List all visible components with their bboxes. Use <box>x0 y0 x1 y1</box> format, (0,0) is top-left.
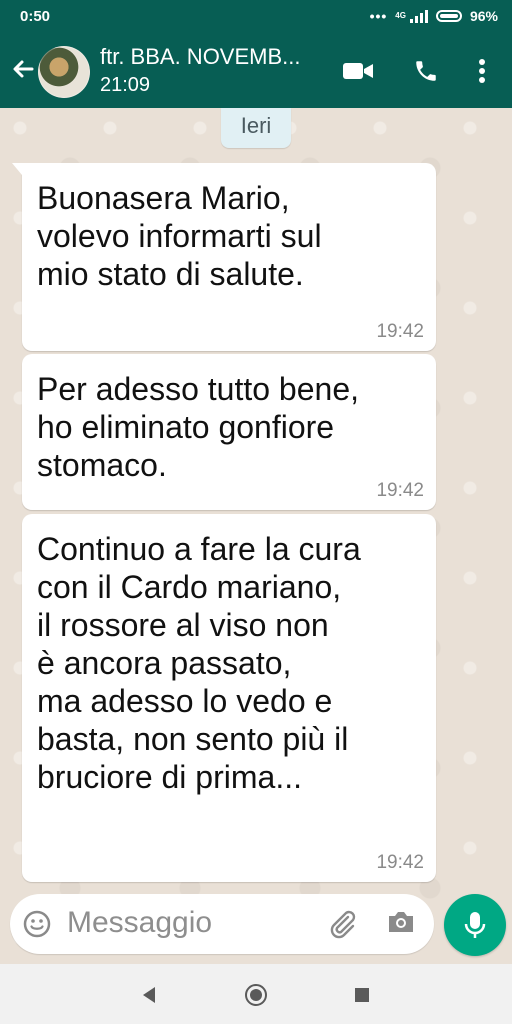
chat-header: ftr. BBA. NOVEMB... 21:09 <box>0 34 512 108</box>
chat-title[interactable]: ftr. BBA. NOVEMB... <box>100 44 301 70</box>
emoji-icon[interactable] <box>22 909 52 939</box>
message-composer[interactable]: Messaggio <box>10 894 434 954</box>
battery-icon <box>435 10 462 22</box>
camera-icon[interactable] <box>386 908 418 940</box>
status-bar: 0:50 ••• 4G 96% <box>0 0 512 34</box>
microphone-icon <box>464 912 486 938</box>
system-nav-bar <box>0 964 512 1024</box>
message-bubble[interactable]: Buonasera Mario, volevo informarti sul m… <box>12 163 436 351</box>
battery-level: 96% <box>469 8 498 24</box>
message-time: 19:42 <box>376 480 424 501</box>
message-bubble[interactable]: Per adesso tutto bene, ho eliminato gonf… <box>22 354 436 510</box>
network-type: 4G <box>395 11 406 20</box>
avatar[interactable] <box>38 46 90 98</box>
status-icons: ••• 4G 96% <box>370 8 498 24</box>
status-time: 0:50 <box>20 8 51 25</box>
message-time: 19:42 <box>376 321 424 342</box>
message-text: Buonasera Mario, volevo informarti sul m… <box>37 180 322 292</box>
chat-subtitle[interactable]: 21:09 <box>100 74 150 97</box>
attach-icon[interactable] <box>326 908 358 940</box>
message-text: Per adesso tutto bene, ho eliminato gonf… <box>37 371 359 483</box>
message-input[interactable]: Messaggio <box>67 906 212 940</box>
notification-dots-icon: ••• <box>369 8 388 24</box>
message-text: Continuo a fare la cura con il Cardo mar… <box>37 531 361 795</box>
nav-recents-icon[interactable] <box>349 982 375 1008</box>
voice-call-icon[interactable] <box>410 56 442 86</box>
back-arrow-icon[interactable] <box>8 54 38 84</box>
microphone-button[interactable] <box>444 894 506 956</box>
nav-back-icon[interactable] <box>136 982 162 1008</box>
nav-home-icon[interactable] <box>243 982 269 1008</box>
more-options-icon[interactable] <box>466 56 498 86</box>
video-call-icon[interactable] <box>342 56 374 86</box>
message-time: 19:42 <box>376 852 424 873</box>
date-separator: Ieri <box>221 108 291 148</box>
message-bubble[interactable]: Continuo a fare la cura con il Cardo mar… <box>22 514 436 882</box>
signal-icon <box>409 9 428 23</box>
